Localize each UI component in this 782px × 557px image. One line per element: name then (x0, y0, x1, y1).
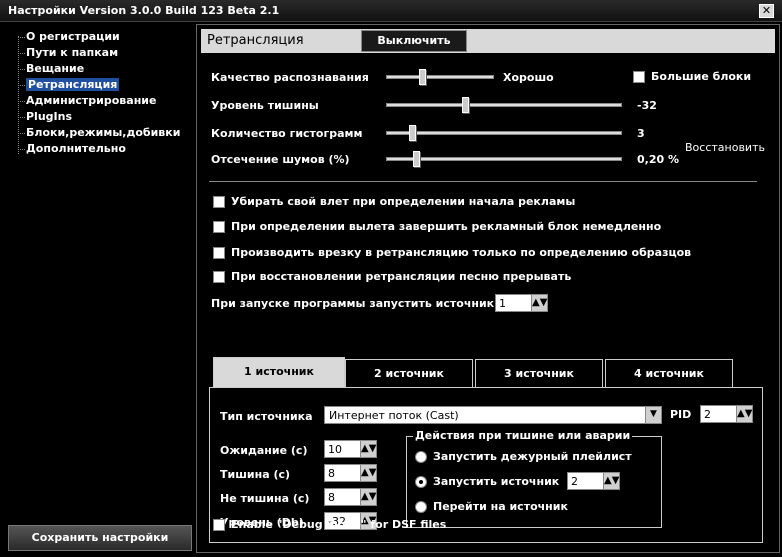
noise-cutoff-slider[interactable] (386, 151, 622, 167)
slider-thumb (419, 69, 426, 85)
non-silence-label: Не тишина (с) (220, 492, 310, 505)
tree-item-paths[interactable]: Пути к папкам (18, 46, 118, 61)
tree-item-plugins[interactable]: PlugIns (18, 110, 72, 125)
quality-slider[interactable] (386, 69, 494, 85)
tab-source-3[interactable]: 3 источник (475, 359, 603, 387)
noise-cutoff-value: 0,20 % (637, 153, 679, 166)
spin-arrows-icon[interactable]: ▲▼ (360, 464, 377, 482)
failure-actions-group: Действия при тишине или аварии Запустить… (406, 429, 662, 528)
settings-area: Качество распознавания Хорошо Большие бл… (201, 57, 775, 547)
wait-label: Ожидание (с) (220, 444, 308, 457)
tree-item-registration[interactable]: О регистрации (18, 30, 120, 45)
tree-item-broadcast[interactable]: Вещание (18, 62, 84, 77)
switch-source-label: Перейти на источник (433, 500, 568, 513)
restore-link[interactable]: Восстановить (685, 141, 765, 154)
debug-mode-checkbox[interactable] (213, 519, 225, 531)
disable-button[interactable]: Выключить (361, 30, 467, 52)
non-silence-value[interactable]: 8 (324, 488, 361, 506)
silence-time-value[interactable]: 8 (324, 464, 361, 482)
tree-item-relay[interactable]: Ретрансляция (18, 78, 120, 93)
silence-level-slider[interactable] (386, 97, 622, 113)
option-label-4: При восстановлении ретрансляции песню пр… (231, 270, 572, 283)
startup-source-spinner[interactable]: 1 ▲▼ (495, 294, 549, 312)
option-label-3: Производить врезку в ретрансляцию только… (231, 246, 692, 259)
non-silence-spinner[interactable]: 8 ▲▼ (324, 488, 378, 506)
spin-arrows-icon[interactable]: ▲▼ (736, 405, 753, 423)
histograms-value: 3 (637, 127, 645, 140)
quality-label: Качество распознавания (211, 71, 369, 84)
window-title: Настройки Version 3.0.0 Build 123 Beta 2… (8, 4, 280, 17)
action-source-spinner[interactable]: 2 ▲▼ (567, 472, 621, 490)
silence-level-value: -32 (637, 99, 657, 112)
option-checkbox-3[interactable] (213, 247, 225, 259)
silence-level-label: Уровень тишины (211, 99, 319, 112)
silence-time-spinner[interactable]: 8 ▲▼ (324, 464, 378, 482)
big-blocks-label: Большие блоки (651, 70, 752, 83)
divider (209, 181, 757, 182)
option-checkbox-1[interactable] (213, 196, 225, 208)
quality-value: Хорошо (503, 71, 554, 84)
histograms-slider[interactable] (386, 125, 622, 141)
option-checkbox-4[interactable] (213, 271, 225, 283)
action-source-value[interactable]: 2 (567, 472, 604, 490)
pid-spinner[interactable]: 2 ▲▼ (700, 405, 754, 423)
slider-thumb (409, 125, 416, 141)
big-blocks-checkbox[interactable] (633, 71, 645, 83)
startup-source-label: При запуске программы запустить источник (211, 297, 495, 310)
tab-source-1[interactable]: 1 источник (213, 357, 345, 387)
source-type-label: Тип источника (220, 410, 313, 423)
failure-actions-title: Действия при тишине или аварии (413, 429, 633, 442)
title-bar: Настройки Version 3.0.0 Build 123 Beta 2… (0, 0, 782, 22)
silence-time-label: Тишина (с) (220, 468, 291, 481)
tree-item-blocks[interactable]: Блоки,режимы,добивки (18, 126, 180, 141)
main-panel: Ретрансляция Выключить Качество распозна… (196, 24, 780, 553)
pid-value[interactable]: 2 (700, 405, 737, 423)
spin-arrows-icon[interactable]: ▲▼ (360, 488, 377, 506)
start-source-label: Запустить источник (433, 475, 560, 488)
close-button[interactable]: ✕ (759, 4, 774, 18)
slider-thumb (413, 151, 420, 167)
pid-label: PID (670, 408, 692, 421)
debug-mode-label: Enable "Debug mode" for DSF files (231, 518, 447, 531)
panel-header: Ретрансляция Выключить (201, 29, 775, 53)
duty-playlist-label: Запустить дежурный плейлист (433, 450, 632, 463)
settings-tree: О регистрации Пути к папкам Вещание Ретр… (6, 26, 196, 526)
radio-switch-source[interactable] (415, 501, 427, 513)
save-settings-button[interactable]: Сохранить настройки (8, 525, 192, 551)
spin-arrows-icon[interactable]: ▲▼ (531, 294, 548, 312)
tree-item-additional[interactable]: Дополнительно (18, 142, 126, 157)
tab-source-4[interactable]: 4 источник (605, 359, 733, 387)
wait-spinner[interactable]: 10 ▲▼ (324, 440, 378, 458)
spin-arrows-icon[interactable]: ▲▼ (360, 440, 377, 458)
noise-cutoff-label: Отсечение шумов (%) (211, 153, 350, 166)
chevron-down-icon[interactable]: ▼ (645, 407, 661, 423)
option-checkbox-2[interactable] (213, 221, 225, 233)
option-label-1: Убирать свой влет при определении начала… (231, 195, 576, 208)
histograms-label: Количество гистограмм (211, 127, 363, 140)
radio-start-source[interactable] (415, 476, 427, 488)
source-type-select[interactable]: Интернет поток (Cast) ▼ (324, 406, 662, 424)
wait-value[interactable]: 10 (324, 440, 361, 458)
tree-item-admin[interactable]: Администрирование (18, 94, 156, 109)
slider-thumb (462, 97, 469, 113)
spin-arrows-icon[interactable]: ▲▼ (603, 472, 620, 490)
tab-source-2[interactable]: 2 источник (345, 359, 473, 387)
radio-duty-playlist[interactable] (415, 451, 427, 463)
startup-source-value[interactable]: 1 (495, 294, 532, 312)
option-label-2: При определении вылета завершить рекламн… (231, 220, 662, 233)
panel-title: Ретрансляция (207, 33, 304, 48)
